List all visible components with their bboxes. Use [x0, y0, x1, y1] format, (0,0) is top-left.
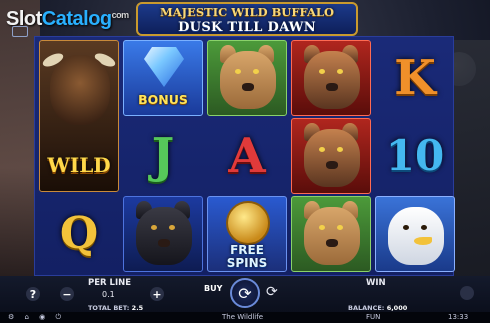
spin-icon: ⟳: [238, 283, 252, 303]
spin-button[interactable]: ⟳: [230, 278, 260, 308]
symbol-j: J: [151, 128, 175, 184]
game-title-line1: MAJESTIC WILD BUFFALO: [159, 5, 335, 19]
eagle-symbol: [375, 196, 455, 272]
per-line-value: 0.1: [102, 290, 115, 299]
cougar-family-symbol: [207, 40, 287, 116]
gold-coin-icon: [226, 201, 270, 245]
win-label: WIN: [366, 278, 386, 288]
clock: 13:33: [448, 313, 469, 321]
game-title: MAJESTIC WILD BUFFALO DUSK TILL DAWN: [136, 2, 358, 36]
bonus-symbol: BONUS: [123, 40, 203, 116]
buy-feature-button[interactable]: BUY: [204, 284, 222, 293]
eagle-icon: [388, 207, 444, 265]
cougar-icon: [220, 51, 276, 109]
per-line-label: PER LINE: [88, 278, 132, 288]
wolf-icon: [304, 51, 360, 109]
wolf-family-symbol: [291, 118, 371, 194]
beak-icon: [414, 237, 432, 245]
total-bet: TOTAL BET: 2.5: [88, 304, 144, 312]
bear-icon: [136, 207, 192, 265]
wild-label: WILD: [47, 153, 111, 177]
autoplay-icon: ⟳: [266, 284, 278, 300]
diamond-icon: [144, 47, 184, 87]
bear-symbol: [123, 196, 203, 272]
menu-button[interactable]: [460, 286, 474, 300]
symbol-k: K: [394, 50, 436, 106]
balance: BALANCE: 6,000: [348, 304, 408, 312]
increase-bet-button[interactable]: +: [150, 287, 164, 301]
cougar-symbol: [291, 196, 371, 272]
buffalo-wild-symbol: WILD: [39, 40, 119, 192]
paytable-icon[interactable]: [12, 26, 28, 37]
play-mode: FUN: [366, 313, 381, 321]
bonus-label: BONUS: [138, 92, 188, 107]
free-spins-symbol: FREE SPINS: [207, 196, 287, 272]
studio-name: The Wildlife: [222, 313, 264, 321]
symbol-10: 10: [385, 131, 445, 180]
symbol-q: Q: [59, 208, 99, 259]
buffalo-head-icon: [50, 55, 110, 125]
symbol-a: A: [228, 128, 266, 184]
autoplay-button[interactable]: ⟳: [266, 284, 278, 300]
status-icons[interactable]: ⚙ ⌂ ◉ ⏻: [8, 313, 65, 322]
wolf-symbol: [291, 40, 371, 116]
decrease-bet-button[interactable]: −: [60, 287, 74, 301]
cougar-icon: [304, 207, 360, 265]
help-button[interactable]: ?: [26, 287, 40, 301]
status-bar: ⚙ ⌂ ◉ ⏻ The Wildlife FUN 13:33: [0, 312, 490, 323]
reel-grid: WILD Q BONUS J A FREE SPINS K 10: [34, 36, 455, 276]
game-title-line2: DUSK TILL DAWN: [178, 20, 316, 35]
wolf-icon: [304, 129, 360, 187]
